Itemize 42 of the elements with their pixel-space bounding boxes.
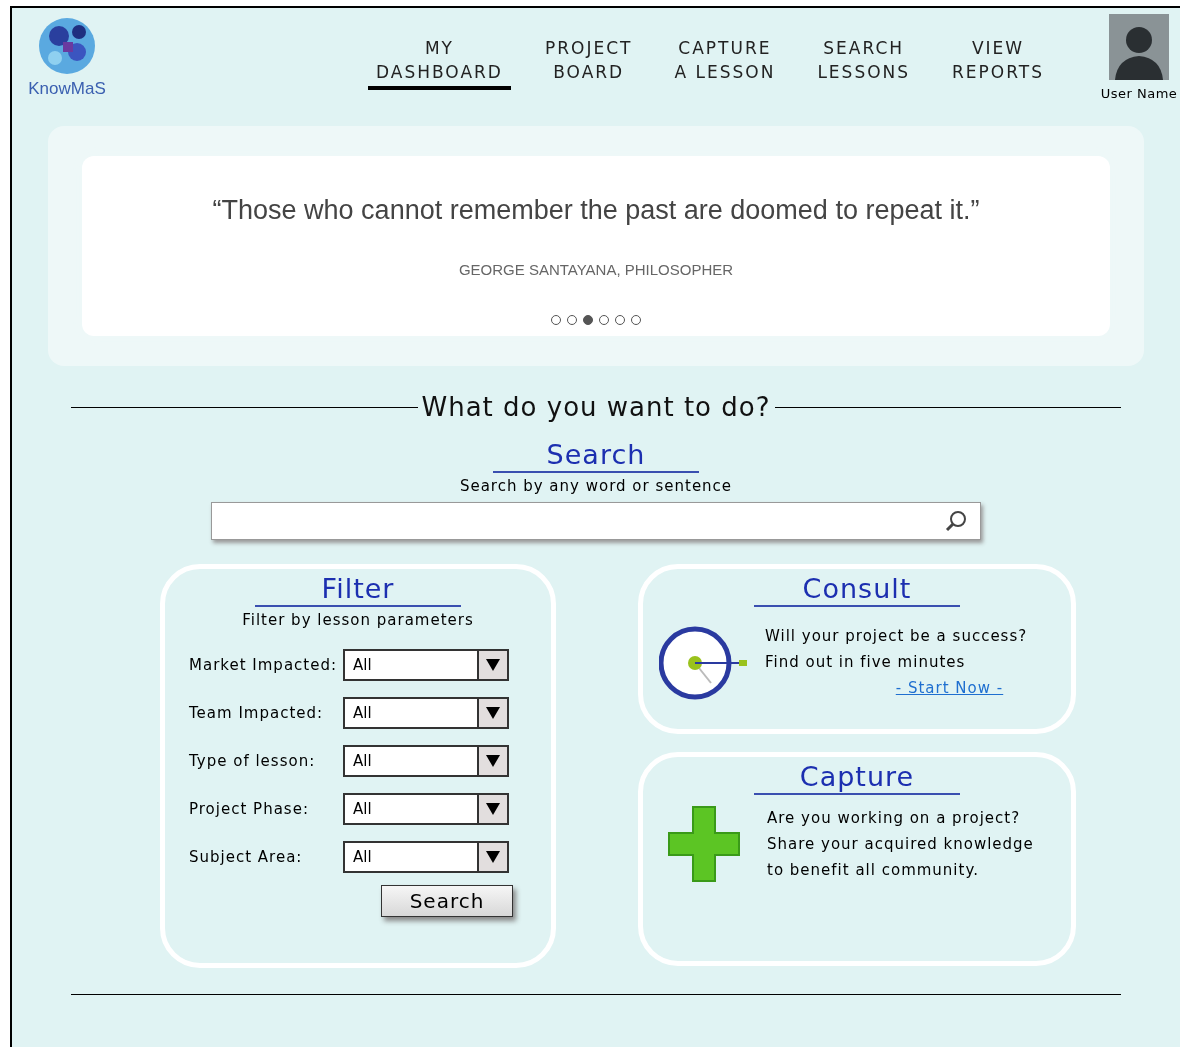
search-subtitle: Search by any word or sentence	[459, 476, 733, 497]
card-text: Are you working on a project?	[767, 807, 1022, 829]
field-label: Project Phase:	[189, 798, 310, 820]
quote-author: GEORGE SANTAYANA, PHILOSOPHER	[458, 259, 734, 280]
card-title: Filter	[255, 572, 461, 607]
dropdown[interactable]: All	[343, 793, 509, 825]
search-icon[interactable]	[944, 508, 968, 533]
card-title: Search	[493, 439, 699, 473]
user-name[interactable]: User Name	[1100, 84, 1178, 104]
quote-text: “Those who cannot remember the past are doomed to repeat it.”	[212, 194, 980, 227]
nav-link[interactable]: CAPTURE A LESSON	[666, 36, 784, 90]
card-title: Capture	[754, 760, 960, 795]
section-heading: What do you want to do?	[420, 391, 772, 424]
search-button[interactable]: Search	[381, 885, 513, 917]
caret-icon[interactable]	[486, 707, 500, 719]
dropdown[interactable]: All	[343, 697, 509, 729]
field-label: Subject Area:	[189, 846, 304, 868]
search-field[interactable]	[211, 501, 981, 540]
nav-link[interactable]: SEARCH LESSONS	[809, 36, 919, 90]
plus-icon	[667, 804, 741, 883]
card-text: Will your project be a success?	[765, 625, 1028, 647]
card-title: Consult	[754, 572, 960, 607]
field-label: Team Impacted:	[189, 702, 325, 724]
start-now-link[interactable]: - Start Now -	[895, 674, 1004, 701]
dropdown[interactable]: All	[343, 649, 509, 681]
nav-link[interactable]: VIEW REPORTS	[944, 36, 1052, 90]
caret-icon[interactable]	[486, 851, 500, 863]
card-text: Share your acquired knowledge	[767, 833, 1034, 855]
field-label: Type of lesson:	[189, 750, 317, 772]
field-label: Market Impacted:	[189, 654, 338, 676]
dropdown[interactable]: All	[343, 841, 509, 873]
card-text: to benefit all community.	[767, 859, 980, 881]
nav-link[interactable]: MY DASHBOARD	[368, 36, 511, 90]
caret-icon[interactable]	[486, 803, 500, 815]
logo-text: KnowMaS	[28, 78, 106, 100]
filter-subtitle: Filter by lesson parameters	[242, 609, 474, 631]
avatar-icon[interactable]	[1109, 14, 1169, 80]
dropdown[interactable]: All	[343, 745, 509, 777]
caret-icon[interactable]	[486, 755, 500, 767]
nav-link[interactable]: PROJECT BOARD	[536, 36, 641, 90]
card-text: Find out in five minutes	[765, 651, 967, 673]
caret-icon[interactable]	[486, 659, 500, 671]
